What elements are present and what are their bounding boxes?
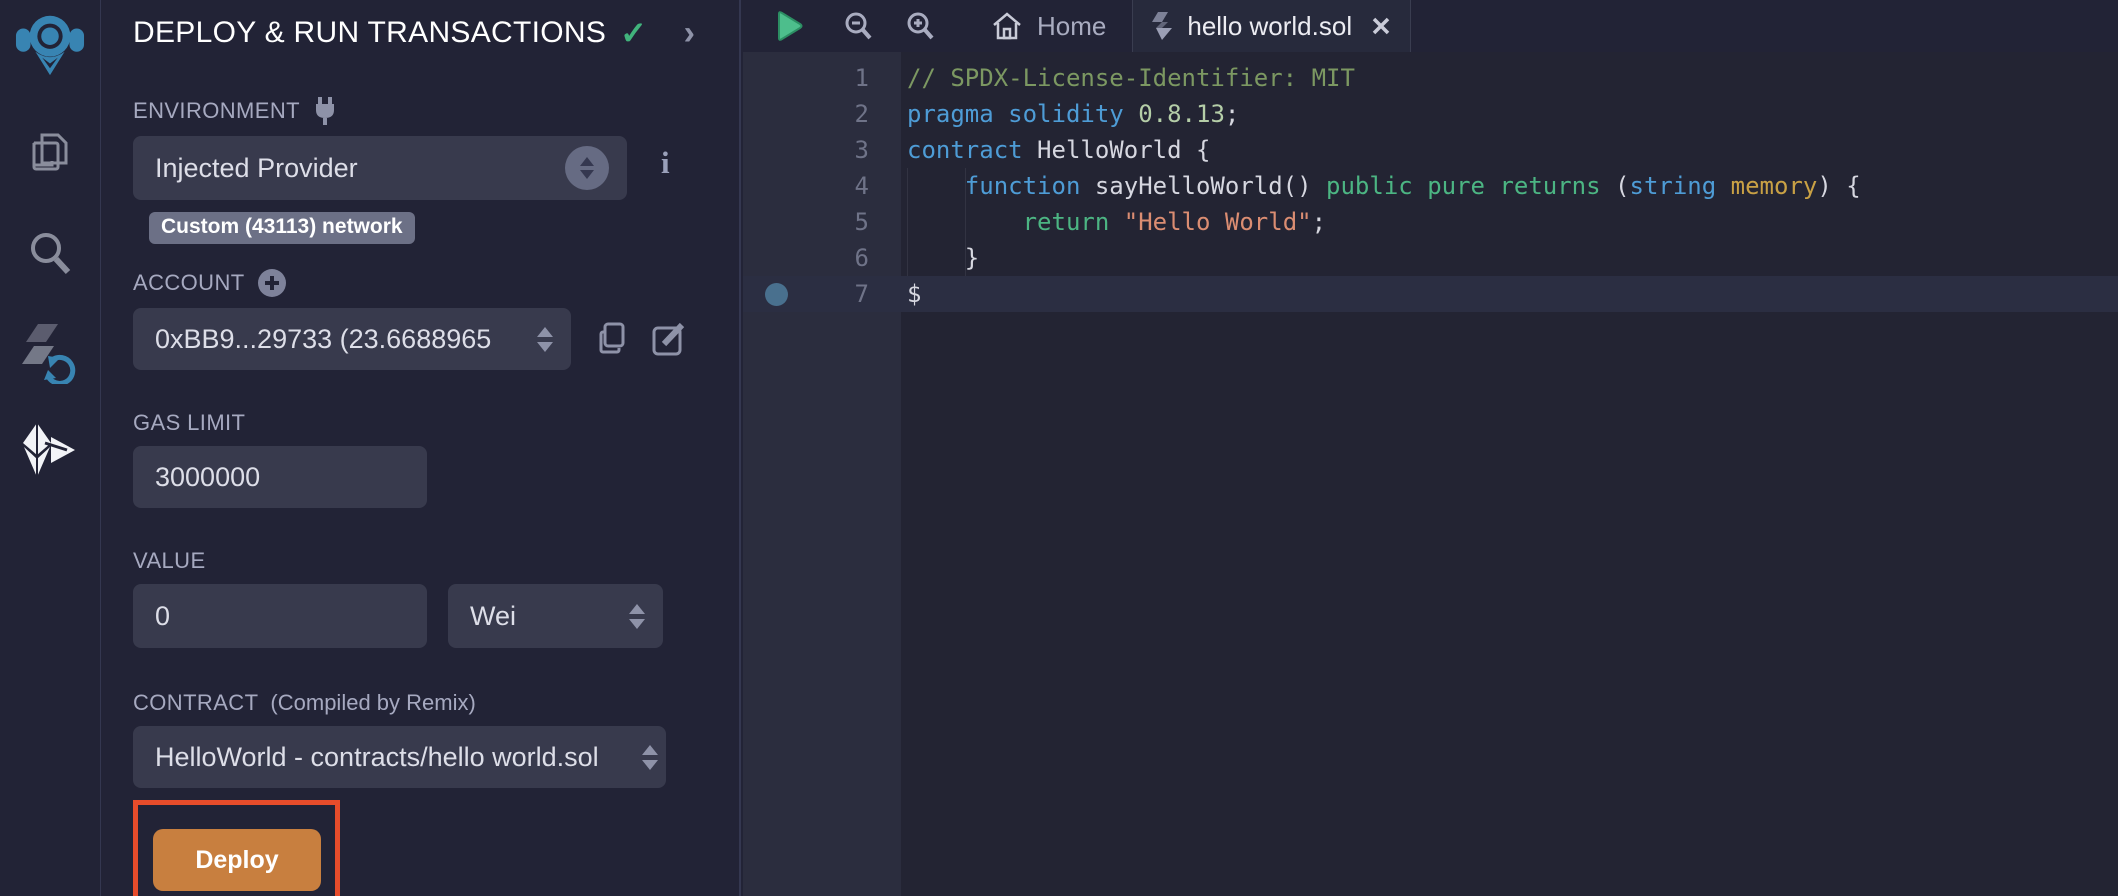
environment-stepper-icon[interactable] — [565, 146, 609, 190]
environment-value: Injected Provider — [155, 153, 565, 184]
highlight-rectangle: Deploy — [133, 800, 340, 896]
gas-limit-input[interactable]: 3000000 — [133, 446, 427, 508]
copy-icon[interactable] — [593, 320, 629, 358]
code-line[interactable]: 3 contract HelloWorld { — [743, 132, 2118, 168]
code-text[interactable]: } — [907, 244, 979, 272]
line-number[interactable]: 2 — [809, 100, 869, 128]
value-amount: 0 — [155, 601, 170, 632]
editor-pane: Home hello world.sol — [743, 0, 2118, 896]
code-text[interactable]: contract HelloWorld { — [907, 136, 1210, 164]
code-text[interactable]: return "Hello World"; — [907, 208, 1326, 236]
deploy-button[interactable]: Deploy — [153, 829, 321, 891]
account-value: 0xBB9...29733 (23.6688965 — [155, 324, 527, 355]
line-number[interactable]: 7 — [809, 280, 869, 308]
code-line[interactable]: 7$ — [743, 276, 2118, 312]
contract-stepper-icon[interactable] — [642, 745, 658, 770]
code-text[interactable]: $ — [907, 280, 921, 308]
contract-label-row: CONTRACT (Compiled by Remix) — [133, 690, 739, 716]
search-icon[interactable] — [15, 228, 85, 280]
value-unit: Wei — [470, 601, 619, 632]
zoom-out-icon[interactable] — [843, 11, 873, 41]
chevron-right-icon[interactable]: › — [684, 18, 695, 48]
editor-tabbar: Home hello world.sol — [743, 0, 2118, 52]
remix-logo[interactable] — [15, 6, 85, 82]
account-stepper-icon[interactable] — [537, 327, 553, 352]
code-line[interactable]: 2 pragma solidity 0.8.13; — [743, 96, 2118, 132]
check-icon: ✓ — [620, 14, 647, 52]
tab-hello-world-sol[interactable]: hello world.sol — [1132, 0, 1411, 52]
code-text[interactable]: pragma solidity 0.8.13; — [907, 100, 1239, 128]
info-icon[interactable]: i — [661, 145, 670, 181]
environment-label: ENVIRONMENT — [133, 98, 300, 124]
line-number[interactable]: 6 — [809, 244, 869, 272]
deploy-run-panel: DEPLOY & RUN TRANSACTIONS ✓ › ENVIRONMEN… — [101, 0, 741, 896]
value-label: VALUE — [133, 548, 739, 574]
panel-header: DEPLOY & RUN TRANSACTIONS ✓ › — [133, 14, 725, 52]
code-editor[interactable]: 1 // SPDX-License-Identifier: MIT 2 pragma … — [743, 52, 2118, 896]
close-icon[interactable] — [1370, 15, 1392, 37]
home-icon — [991, 11, 1023, 41]
code-text[interactable]: function sayHelloWorld() public pure ret… — [907, 172, 1861, 200]
line-number[interactable]: 1 — [809, 64, 869, 92]
account-label-row: ACCOUNT — [133, 268, 739, 298]
contract-label-note: (Compiled by Remix) — [270, 690, 475, 716]
contract-label: CONTRACT — [133, 690, 258, 716]
run-icon[interactable] — [775, 10, 803, 42]
code-line[interactable]: 5 return "Hello World"; — [743, 204, 2118, 240]
environment-select[interactable]: Injected Provider — [133, 136, 627, 200]
remix-ide-window: DEPLOY & RUN TRANSACTIONS ✓ › ENVIRONMEN… — [0, 0, 2118, 896]
code-text[interactable]: // SPDX-License-Identifier: MIT — [907, 64, 1355, 92]
line-number[interactable]: 5 — [809, 208, 869, 236]
gas-limit-label: GAS LIMIT — [133, 410, 739, 436]
solidity-file-icon — [1151, 11, 1173, 41]
environment-label-row: ENVIRONMENT — [133, 96, 739, 126]
value-input[interactable]: 0 — [133, 584, 427, 648]
edit-icon[interactable] — [651, 320, 689, 358]
code-lines: 1 // SPDX-License-Identifier: MIT 2 pragma … — [743, 60, 2118, 312]
tab-file-label: hello world.sol — [1187, 11, 1352, 42]
contract-select[interactable]: HelloWorld - contracts/hello world.sol — [133, 726, 666, 788]
code-line[interactable]: 4 function sayHelloWorld() public pure r… — [743, 168, 2118, 204]
unit-stepper-icon[interactable] — [629, 604, 645, 629]
solidity-compiler-icon[interactable] — [15, 322, 85, 384]
network-badge: Custom (43113) network — [149, 212, 415, 244]
tab-home-label: Home — [1037, 11, 1106, 42]
account-select[interactable]: 0xBB9...29733 (23.6688965 — [133, 308, 571, 370]
icon-rail — [0, 0, 101, 896]
code-line[interactable]: 6 } — [743, 240, 2118, 276]
add-account-icon[interactable] — [257, 268, 287, 298]
line-number[interactable]: 4 — [809, 172, 869, 200]
gas-limit-value: 3000000 — [155, 462, 260, 493]
line-number[interactable]: 3 — [809, 136, 869, 164]
zoom-in-icon[interactable] — [905, 11, 935, 41]
plug-icon — [312, 96, 338, 126]
panel-title: DEPLOY & RUN TRANSACTIONS — [133, 16, 606, 50]
tab-home[interactable]: Home — [971, 0, 1126, 52]
file-explorer-icon[interactable] — [15, 126, 85, 182]
breakpoint-dot[interactable] — [743, 283, 809, 306]
value-unit-select[interactable]: Wei — [448, 584, 663, 648]
account-label: ACCOUNT — [133, 270, 245, 296]
code-line[interactable]: 1 // SPDX-License-Identifier: MIT — [743, 60, 2118, 96]
deploy-run-icon[interactable] — [15, 420, 85, 480]
contract-value: HelloWorld - contracts/hello world.sol — [155, 742, 632, 773]
